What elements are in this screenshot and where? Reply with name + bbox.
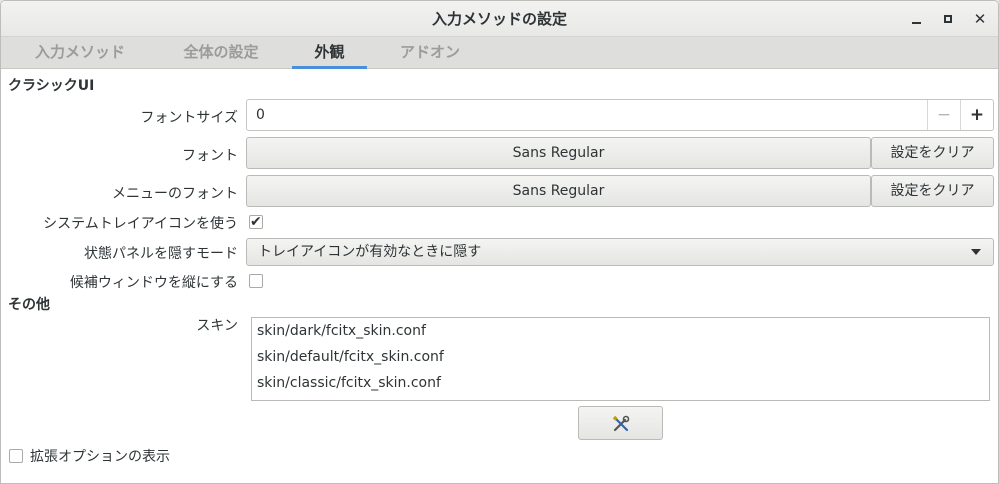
tray-icon-label: システムトレイアイコンを使う [43, 216, 238, 232]
classic-ui-heading: クラシックUI [8, 78, 95, 94]
tab-bar: 入力メソッド 全体の設定 外観 アドオン [1, 37, 998, 69]
title-bar[interactable]: 入力メソッドの設定 ✕ [1, 1, 998, 37]
dropdown-arrow-icon [971, 249, 981, 255]
hide-panel-mode-value: トレイアイコンが有効なときに隠す [258, 244, 482, 260]
font-size-spinbox[interactable]: 0 − + [246, 99, 994, 131]
configure-skin-button[interactable] [578, 406, 663, 440]
config-window: 入力メソッドの設定 ✕ 入力メソッド 全体の設定 外観 アドオン クラシックUI… [0, 0, 999, 484]
font-size-label: フォントサイズ [140, 110, 238, 126]
other-heading: その他 [8, 297, 50, 313]
skin-list-item[interactable]: skin/default/fcitx_skin.conf [257, 344, 444, 370]
tab-appearance[interactable]: 外観 [292, 37, 367, 69]
skin-list-item[interactable]: skin/dark/fcitx_skin.conf [257, 318, 426, 344]
vertical-candidate-checkbox[interactable] [249, 274, 263, 288]
tools-icon [612, 415, 630, 432]
hide-panel-mode-dropdown[interactable]: トレイアイコンが有効なときに隠す [246, 238, 994, 266]
skin-list[interactable]: skin/dark/fcitx_skin.conf skin/default/f… [251, 317, 990, 401]
hide-panel-mode-label: 状態パネルを隠すモード [84, 246, 238, 262]
tab-input-method[interactable]: 入力メソッド [21, 37, 139, 69]
vertical-candidate-label: 候補ウィンドウを縦にする [69, 275, 238, 291]
skin-label: スキン [196, 318, 238, 334]
menu-font-label: メニューのフォント [112, 186, 238, 202]
menu-font-chooser-button[interactable]: Sans Regular [246, 175, 871, 207]
close-button[interactable]: ✕ [967, 1, 993, 37]
font-size-decrement-button[interactable]: − [927, 100, 960, 130]
font-clear-button[interactable]: 設定をクリア [871, 137, 994, 169]
minimize-button[interactable] [903, 1, 929, 37]
close-icon: ✕ [973, 10, 987, 28]
font-size-increment-button[interactable]: + [960, 100, 993, 130]
font-size-value[interactable]: 0 [256, 100, 265, 130]
window-title: 入力メソッドの設定 [431, 10, 567, 28]
maximize-button[interactable] [935, 1, 961, 37]
tray-icon-checkbox[interactable]: ✔ [249, 214, 263, 230]
maximize-icon [944, 15, 952, 23]
menu-font-clear-button[interactable]: 設定をクリア [871, 175, 994, 207]
checkmark-icon: ✔ [250, 214, 262, 230]
font-label: フォント [182, 148, 238, 164]
advanced-options-checkbox[interactable] [9, 449, 23, 463]
tab-addons[interactable]: アドオン [385, 37, 475, 69]
minimize-icon [911, 22, 921, 24]
advanced-options-label[interactable]: 拡張オプションの表示 [30, 446, 170, 466]
tab-global-config[interactable]: 全体の設定 [169, 37, 273, 69]
skin-list-item[interactable]: skin/classic/fcitx_skin.conf [257, 370, 441, 396]
font-chooser-button[interactable]: Sans Regular [246, 137, 871, 169]
